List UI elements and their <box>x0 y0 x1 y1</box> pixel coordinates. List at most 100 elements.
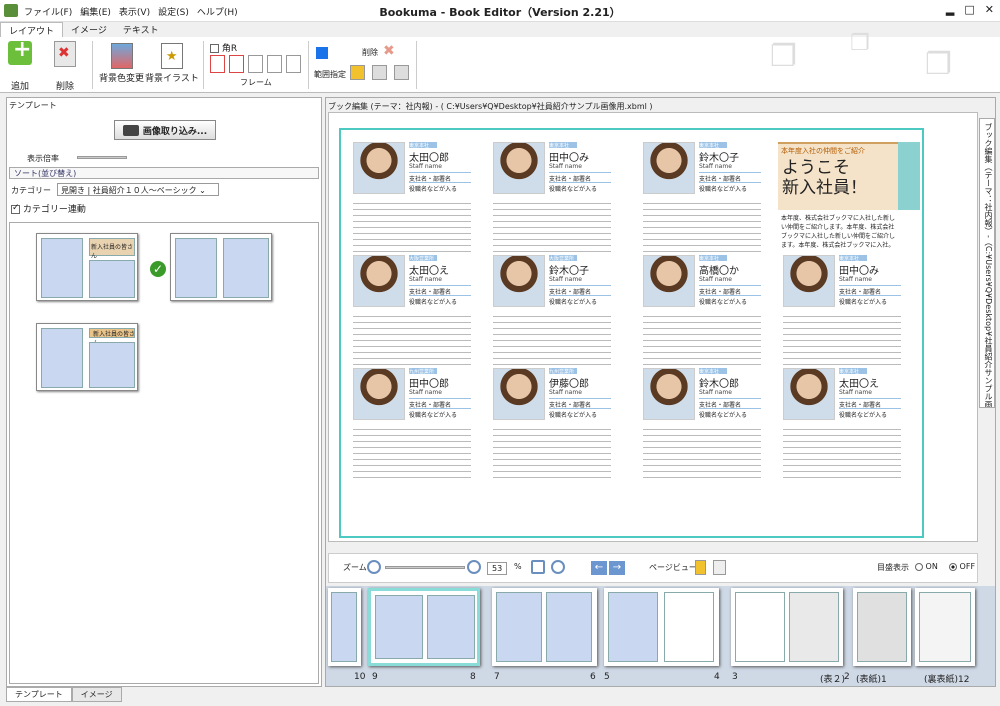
office-tag: 東京本社 <box>409 142 437 149</box>
zoom-toolbar: ズーム 53 % ← → ページビュー 目盛表示 ON OFF <box>328 553 978 583</box>
range-mode-1[interactable] <box>350 65 365 80</box>
profile-photo[interactable] <box>783 368 835 420</box>
welcome-banner[interactable]: 本年度入社の仲間をご紹介 ようこそ 新入社員！ <box>778 142 898 210</box>
profile-card[interactable]: 東京本社 高橋〇か Staff name 支社名・部署名 役職名などが入る <box>643 255 761 375</box>
profile-card[interactable]: 大阪営業所 鈴木〇子 Staff name 支社名・部署名 役職名などが入る <box>493 255 611 375</box>
template-thumb-3[interactable]: 新入社員の皆さん <box>36 323 138 391</box>
template-list: 新入社員の皆さん ✓ 新入社員の皆さん <box>9 222 319 684</box>
profile-card[interactable]: 東京本社 太田〇え Staff name 支社名・部署名 役職名などが入る <box>783 368 901 488</box>
range-mode-2[interactable] <box>372 65 387 80</box>
staff-name: Staff name <box>549 276 582 283</box>
page-spread[interactable]: 東京本社 太田〇郎 Staff name 支社名・部署名 役職名などが入る 東京本社 田中〇… <box>339 128 924 538</box>
page-thumb[interactable] <box>328 588 361 666</box>
profile-card[interactable]: 九州営業所 田中〇郎 Staff name 支社名・部署名 役職名などが入る <box>353 368 471 488</box>
profile-photo[interactable] <box>643 255 695 307</box>
book-editor-panel: ブック編集 (テーマ：社内報) - ( C:¥Users¥Q¥Desktop¥社… <box>325 97 996 687</box>
person-name: 鈴木〇子 <box>549 266 589 277</box>
ribbon: 追加 削除 背景色変更 背景イラスト 角R フレーム 範囲指定 削除 ✖ ❐ ❐… <box>0 31 1000 93</box>
person-name: 田中〇み <box>549 153 589 164</box>
profile-photo[interactable] <box>353 142 405 194</box>
profile-photo[interactable] <box>493 255 545 307</box>
close-button[interactable]: ✕ <box>985 3 994 16</box>
zoom-out-icon[interactable] <box>367 560 381 574</box>
tab-text[interactable]: テキスト <box>115 22 167 37</box>
title-line: 役職名などが入る <box>409 408 471 419</box>
frame-style-2[interactable] <box>229 55 244 73</box>
category-select[interactable]: 見開き | 社員紹介１０人～ベーシック ⌄ <box>57 183 219 196</box>
frame-style-3[interactable] <box>248 55 263 73</box>
page-thumb[interactable] <box>731 588 843 666</box>
menu-settings[interactable]: 設定(S) <box>158 5 189 18</box>
profile-card[interactable]: 東京本社 田中〇み Staff name 支社名・部署名 役職名などが入る <box>783 255 901 375</box>
profile-card[interactable]: 東京本社 太田〇郎 Staff name 支社名・部署名 役職名などが入る <box>353 142 471 262</box>
delete-icon <box>54 41 76 67</box>
menu-edit[interactable]: 編集(E) <box>80 5 111 18</box>
illust-icon <box>160 43 183 69</box>
delete-button[interactable]: 削除 <box>54 41 76 92</box>
tab-template[interactable]: テンプレート <box>6 687 72 702</box>
single-page-icon[interactable] <box>695 560 706 575</box>
page-thumb[interactable] <box>492 588 597 666</box>
edit-canvas[interactable]: 東京本社 太田〇郎 Staff name 支社名・部署名 役職名などが入る 東京本社 田中〇… <box>328 112 978 542</box>
double-page-icon[interactable] <box>713 560 726 575</box>
profile-card[interactable]: 東京本社 鈴木〇子 Staff name 支社名・部署名 役職名などが入る <box>643 142 761 262</box>
profile-photo[interactable] <box>353 255 405 307</box>
kado-checkbox[interactable]: 角R <box>210 41 237 54</box>
tab-image[interactable]: イメージ <box>63 22 115 37</box>
frame-style-5[interactable] <box>286 55 301 73</box>
tab-layout[interactable]: レイアウト <box>0 22 64 37</box>
bg-illust-button[interactable]: 背景イラスト <box>145 43 199 84</box>
page-thumb[interactable] <box>853 588 911 666</box>
prev-page-icon[interactable]: ← <box>591 561 607 575</box>
template-thumb-1[interactable]: 新入社員の皆さん <box>36 233 138 301</box>
profile-photo[interactable] <box>353 368 405 420</box>
fit-page-icon[interactable] <box>531 560 545 574</box>
page-thumb[interactable] <box>915 588 975 666</box>
palette-icon <box>110 43 133 69</box>
title-line: 役職名などが入る <box>839 295 901 306</box>
title-line: 役職名などが入る <box>549 408 611 419</box>
profile-card[interactable]: 大阪営業所 太田〇え Staff name 支社名・部署名 役職名などが入る <box>353 255 471 375</box>
import-image-button[interactable]: 画像取り込み... <box>114 120 216 140</box>
person-name: 太田〇え <box>409 266 449 277</box>
next-page-icon[interactable]: → <box>609 561 625 575</box>
minimize-button[interactable]: ▂ <box>946 3 954 16</box>
profile-photo[interactable] <box>643 142 695 194</box>
toc-off-radio[interactable]: OFF <box>949 562 975 571</box>
profile-photo[interactable] <box>493 142 545 194</box>
profile-photo[interactable] <box>643 368 695 420</box>
zoom-in-icon[interactable] <box>467 560 481 574</box>
staff-name: Staff name <box>699 276 732 283</box>
template-thumb-2[interactable] <box>170 233 272 301</box>
page-thumb[interactable] <box>604 588 719 666</box>
menu-view[interactable]: 表示(V) <box>119 5 150 18</box>
title-line: 役職名などが入る <box>699 182 761 193</box>
category-link-checkbox[interactable]: カテゴリー連動 <box>11 202 86 215</box>
frame-style-4[interactable] <box>267 55 282 73</box>
menu-help[interactable]: ヘルプ(H) <box>197 5 238 18</box>
sort-toggle[interactable]: ソート(並び替え) <box>9 167 319 179</box>
staff-name: Staff name <box>409 389 442 396</box>
tab-image-list[interactable]: イメージ <box>71 687 122 702</box>
bg-color-button[interactable]: 背景色変更 <box>99 43 144 84</box>
profile-photo[interactable] <box>783 255 835 307</box>
add-button[interactable]: 追加 <box>8 37 32 92</box>
zoom-value[interactable]: 53 <box>487 562 508 575</box>
range-select-icon[interactable] <box>316 47 328 59</box>
profile-photo[interactable] <box>493 368 545 420</box>
delete-x-icon[interactable]: ✖ <box>383 43 395 59</box>
profile-card[interactable]: 東京本社 鈴木〇郎 Staff name 支社名・部署名 役職名などが入る <box>643 368 761 488</box>
zoom-100-icon[interactable] <box>551 560 565 574</box>
vertical-doc-tab[interactable]: ブック編集（テーマ：社内報）-（C:¥Users¥Q¥Desktop¥社員紹介サ… <box>979 118 995 408</box>
zoom-slider[interactable] <box>385 566 465 569</box>
zoom-scale-slider[interactable] <box>77 156 127 159</box>
page-thumb-selected[interactable] <box>368 588 480 666</box>
range-mode-3[interactable] <box>394 65 409 80</box>
maximize-button[interactable]: □ <box>964 3 974 16</box>
profile-card[interactable]: 東京本社 田中〇み Staff name 支社名・部署名 役職名などが入る <box>493 142 611 262</box>
frame-style-1[interactable] <box>210 55 225 73</box>
toc-on-radio[interactable]: ON <box>915 562 938 571</box>
menu-file[interactable]: ファイル(F) <box>24 5 72 18</box>
staff-name: Staff name <box>549 389 582 396</box>
profile-card[interactable]: 九州営業所 伊藤〇郎 Staff name 支社名・部署名 役職名などが入る <box>493 368 611 488</box>
